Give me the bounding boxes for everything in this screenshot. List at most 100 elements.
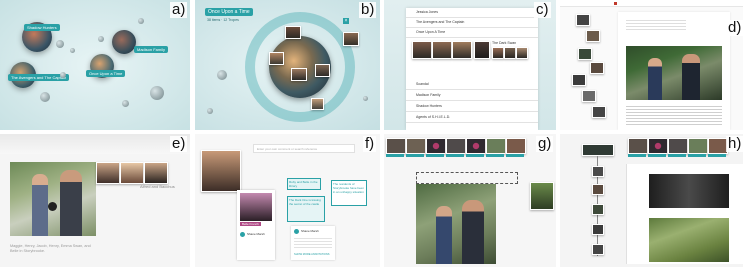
tree-node-image[interactable] <box>582 144 614 156</box>
avatar <box>240 232 245 237</box>
cluster-bubble-madison[interactable] <box>112 30 136 54</box>
episode-thumbnail[interactable] <box>516 47 528 59</box>
episode-thumbnail[interactable] <box>452 41 472 59</box>
face-thumbnail[interactable] <box>120 162 144 184</box>
episode-thumbnail[interactable] <box>506 138 526 154</box>
tree-node-image[interactable] <box>592 224 604 235</box>
episode-strip <box>626 136 742 160</box>
cluster-tag-shadow-hunters[interactable]: Shadow Hunters <box>24 24 60 31</box>
show-more-link[interactable]: SHOW MORE ANNOTATIONS <box>294 253 330 256</box>
episode-thumbnail[interactable] <box>291 68 307 81</box>
episode-thumbnail[interactable] <box>426 138 446 154</box>
decorative-sphere <box>60 72 66 78</box>
comment-card[interactable]: Shane Marsh SHOW MORE ANNOTATIONS <box>291 226 335 260</box>
list-item-expanded[interactable]: Once Upon A Time <box>406 28 538 38</box>
search-placeholder: Enter your own comment or search referen… <box>257 147 318 151</box>
avatar <box>294 229 299 234</box>
scene-image[interactable] <box>10 162 96 236</box>
decorative-sphere <box>98 36 104 42</box>
note-text: The residents of Storybrooke have been i… <box>333 182 365 194</box>
list-item[interactable]: Shadow Hunters <box>406 102 538 112</box>
card-name: Belle French <box>240 222 261 226</box>
list-item[interactable]: The Avengers and The Captain <box>406 18 538 28</box>
panel-label-c: c) <box>534 1 551 18</box>
episode-thumbnail[interactable] <box>486 138 506 154</box>
episode-thumbnail[interactable] <box>504 47 516 59</box>
text-block <box>294 236 332 250</box>
person-figure <box>682 54 700 100</box>
video-frame[interactable] <box>626 46 722 100</box>
tree-node-image[interactable] <box>592 166 604 177</box>
tree-node-image[interactable] <box>592 244 604 255</box>
episode-thumbnail[interactable] <box>492 47 504 59</box>
toolbar-indicator[interactable] <box>614 2 617 5</box>
pagination-dots[interactable] <box>90 120 103 130</box>
annotation-note[interactable]: The Dark One is kissing the secret of th… <box>287 196 325 222</box>
detail-thumbnail[interactable] <box>474 41 490 59</box>
card-image <box>240 193 272 221</box>
forest-thumbnail[interactable] <box>530 182 554 210</box>
cluster-tag-once-upon[interactable]: Once Upon a Time <box>86 70 126 77</box>
frame-thumbnail[interactable] <box>586 30 600 42</box>
list-item[interactable]: Madison Family <box>406 91 538 101</box>
dashed-selection[interactable] <box>416 172 518 184</box>
episode-thumbnail[interactable] <box>432 41 452 59</box>
tree-node-image[interactable] <box>592 184 604 195</box>
character-card[interactable]: Belle French Shane Marsh <box>237 190 275 260</box>
close-icon[interactable]: × <box>343 18 349 24</box>
episode-thumbnail[interactable] <box>648 138 668 154</box>
episode-thumbnail[interactable] <box>386 138 406 154</box>
list-item[interactable]: Jessica Jones <box>406 8 538 18</box>
panel-b: Once Upon a Time 38 items · 12 Tropes × … <box>195 0 380 130</box>
play-icon[interactable] <box>48 202 57 211</box>
frame-thumbnail[interactable] <box>582 90 596 102</box>
episode-thumbnail[interactable] <box>406 138 426 154</box>
text-block <box>626 18 686 30</box>
document-page <box>618 12 730 130</box>
character-image[interactable] <box>201 150 241 192</box>
episode-thumbnail[interactable] <box>688 138 708 154</box>
text-block <box>626 104 722 126</box>
face-thumbnail[interactable] <box>144 162 168 184</box>
list-item[interactable]: Scandal <box>406 80 538 90</box>
list-item[interactable]: Agents of S.H.I.E.L.D. <box>406 113 538 123</box>
annotation-note[interactable]: Ruby and Belle in the library <box>287 178 321 190</box>
person-figure <box>462 200 484 264</box>
scene-image[interactable] <box>416 184 496 264</box>
pagination-dots[interactable] <box>281 124 289 130</box>
note-text: Ruby and Belle in the library <box>289 180 318 188</box>
episode-thumbnail[interactable] <box>412 41 432 59</box>
note-text: The Dark One is kissing the secret of th… <box>289 198 321 206</box>
panel-label-b: b) <box>359 1 377 18</box>
annotation-note[interactable]: The residents of Storybrooke have been i… <box>331 180 367 206</box>
episode-thumbnail[interactable] <box>708 138 728 154</box>
episode-thumbnail[interactable] <box>311 98 324 110</box>
episode-thumbnail[interactable] <box>315 64 330 77</box>
scene-image[interactable] <box>649 174 729 208</box>
header-bar <box>0 134 190 154</box>
episode-thumbnail[interactable] <box>343 32 359 46</box>
label-bar <box>628 154 726 157</box>
episode-thumbnail[interactable] <box>466 138 486 154</box>
frame-thumbnail[interactable] <box>572 74 586 86</box>
episode-thumbnail[interactable] <box>628 138 648 154</box>
frame-thumbnail[interactable] <box>592 106 606 118</box>
panel-f: Enter your own comment or search referen… <box>195 134 380 267</box>
expanded-gallery: The Dark Swan <box>412 39 532 69</box>
frame-thumbnail[interactable] <box>590 62 604 74</box>
series-list: Jessica Jones The Avengers and The Capta… <box>406 8 538 130</box>
tree-node-image[interactable] <box>592 204 604 215</box>
panel-g: g) <box>384 134 556 267</box>
episode-thumbnail[interactable] <box>446 138 466 154</box>
label-bar <box>386 154 524 157</box>
frame-thumbnail[interactable] <box>576 14 590 26</box>
search-input[interactable]: Enter your own comment or search referen… <box>253 144 355 153</box>
cluster-tag-madison[interactable]: Madison Family <box>134 46 169 53</box>
frame-thumbnail[interactable] <box>578 48 592 60</box>
scene-image[interactable] <box>649 218 729 262</box>
decorative-sphere <box>40 92 50 102</box>
episode-thumbnail[interactable] <box>285 26 301 39</box>
episode-thumbnail[interactable] <box>668 138 688 154</box>
episode-thumbnail[interactable] <box>269 52 284 65</box>
face-thumbnail[interactable] <box>96 162 120 184</box>
